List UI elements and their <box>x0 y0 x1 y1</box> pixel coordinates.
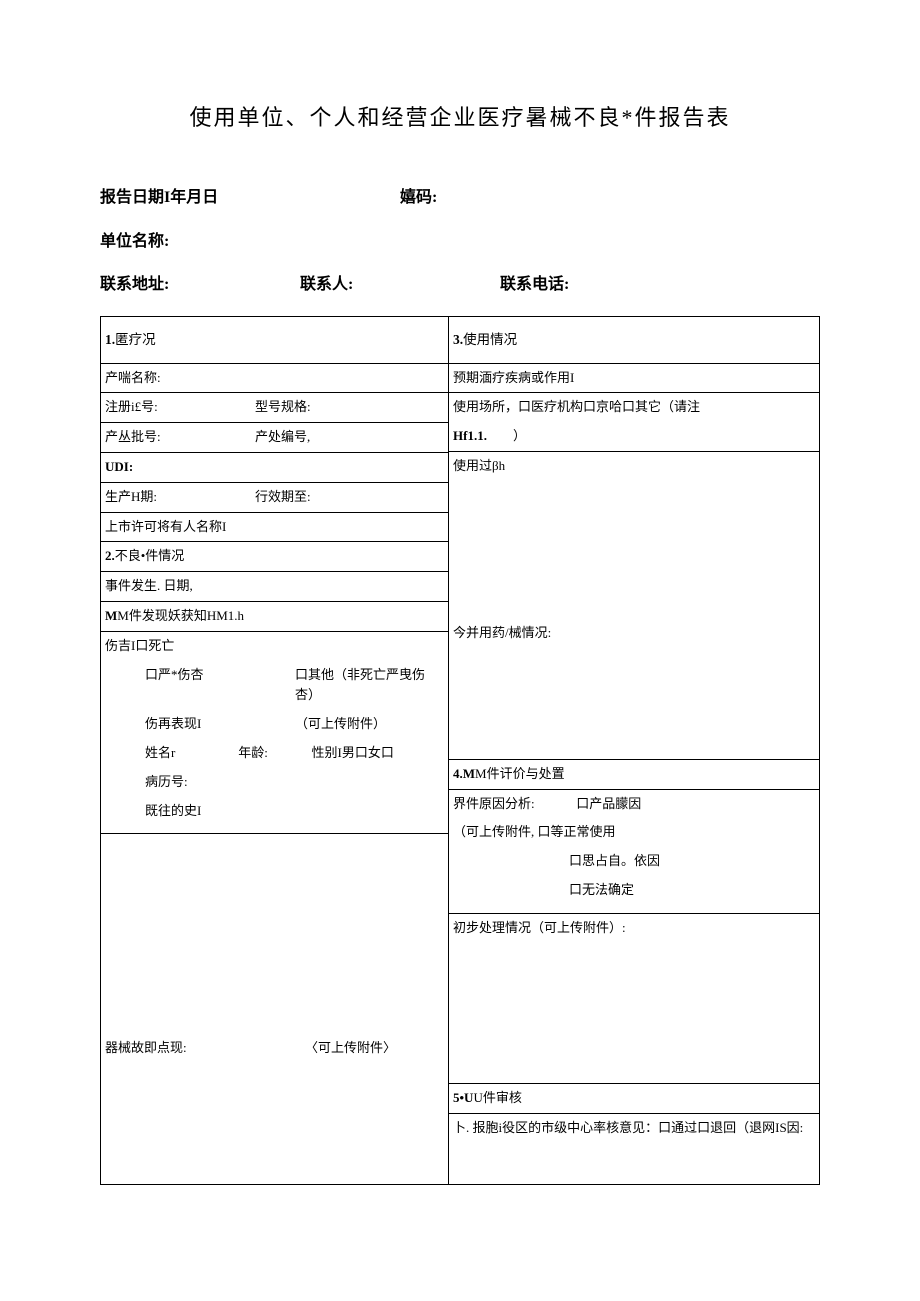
name-label: 姓名r <box>145 743 235 764</box>
right-spacer1 <box>449 481 819 619</box>
left-blank-area <box>101 834 448 1034</box>
section3-heading: 3.使用情况 <box>449 317 819 364</box>
regno-label: 注册i£号: <box>105 397 255 418</box>
history-field[interactable]: 既往的史I <box>101 797 448 835</box>
caseno-field[interactable]: 病历号: <box>101 768 448 797</box>
right-column: 3.使用情况 预期湎疗疾病或作用I 使用场所，口医疗机构口京哈口其它（请注 Hf… <box>449 317 819 1184</box>
gender-label: 性别I男口女口 <box>312 745 394 760</box>
attach1-label: （可上传附件） <box>295 714 444 735</box>
manifest-label: 伤再表现I <box>145 714 295 735</box>
regno-model-row[interactable]: 注册i£号: 型号规格: <box>101 393 448 423</box>
process-field[interactable]: 使用过βh <box>449 452 819 481</box>
document-title: 使用单位、个人和经营企业医疗暑械不良*件报告表 <box>100 100 820 135</box>
model-label: 型号规格: <box>255 397 444 418</box>
holder-field[interactable]: 上市许可将有人名称I <box>101 513 448 543</box>
section5-heading: 5•UU件审核 <box>449 1084 819 1114</box>
phone-label: 联系电话: <box>500 272 820 298</box>
header-row-3: 联系地址: 联系人: 联系电话: <box>100 272 820 298</box>
batch-prodno-row[interactable]: 产丛批号: 产处编号, <box>101 423 448 453</box>
contact-person-label: 联系人: <box>300 272 500 298</box>
other-checkbox-label[interactable]: 口其他（非死亡严曳伤杏） <box>295 665 444 707</box>
header-row-1: 报告日期I年月日 嬉码: <box>100 185 820 211</box>
event-found-field[interactable]: MM件发现妖获知HM1.h <box>101 602 448 632</box>
severe-other-row[interactable]: 口严*伤杏 口其他（非死亡严曳伤杏） <box>101 661 448 711</box>
analysis-label: 界件原因分析: <box>453 794 573 815</box>
unit-name-label: 单位名称: <box>100 229 169 255</box>
cause1-checkbox-label[interactable]: 口产品朦因 <box>576 796 641 811</box>
section2-heading: 2.不良•件情况 <box>101 542 448 572</box>
header-row-2: 单位名称: <box>100 229 820 255</box>
address-label: 联系地址: <box>100 272 300 298</box>
combined-field[interactable]: 今并用药/械情况: <box>449 619 819 759</box>
attach3-label: （可上传附件, <box>453 824 534 839</box>
batchno-label: 产丛批号: <box>105 427 255 448</box>
malfunction-row[interactable]: 器械故即点现: 〈可上传附件〉 <box>101 1034 448 1164</box>
expiry-label: 行效期至: <box>255 487 444 508</box>
udi-field[interactable]: UDI: <box>101 453 448 483</box>
malfunction-label: 器械故即点现: <box>105 1038 305 1160</box>
analysis-row[interactable]: 界件原因分析: 口产品朦因 <box>449 790 819 819</box>
prodno-label: 产处编号, <box>255 427 444 448</box>
section4-heading: 4.MM件讦价与处置 <box>449 759 819 790</box>
severe-checkbox-label[interactable]: 口严*伤杏 <box>145 665 295 707</box>
proddate-label: 生产H期: <box>105 487 255 508</box>
cause4-checkbox-label[interactable]: 口无法确定 <box>449 876 819 914</box>
initial-handling-field[interactable]: 初步处理情况（可上传附件）: <box>449 914 819 1084</box>
cause3-checkbox-label[interactable]: 口思占自。依因 <box>449 847 819 876</box>
age-label: 年龄: <box>238 743 308 764</box>
name-age-gender-row[interactable]: 姓名r 年龄: 性别I男口女口 <box>101 739 448 768</box>
left-column: 1.匿疗况 产喘名称: 注册i£号: 型号规格: 产丛批号: 产处编号, UDI… <box>101 317 449 1184</box>
proddate-expiry-row[interactable]: 生产H期: 行效期至: <box>101 483 448 513</box>
event-date-field[interactable]: 事件发生. 日期, <box>101 572 448 602</box>
form-table: 1.匿疗况 产喘名称: 注册i£号: 型号规格: 产丛批号: 产处编号, UDI… <box>100 316 820 1185</box>
product-name-field[interactable]: 产喘名称: <box>101 364 448 394</box>
location-field[interactable]: 使用场所，口医疗机构口京哈口其它（请注 <box>449 393 819 422</box>
review-field[interactable]: 卜. 报胞i役区的市级中心率核意见：口通过口退回（退网IS因: <box>449 1114 819 1184</box>
hf-field[interactable]: Hf1.1. ） <box>449 422 819 452</box>
cause2-checkbox-label[interactable]: 口等正常使用 <box>538 824 616 839</box>
attach2-label: 〈可上传附件〉 <box>305 1038 396 1160</box>
report-date-label: 报告日期I年月日 <box>100 185 400 211</box>
injury-death-field[interactable]: 伤吉I口死亡 <box>101 632 448 661</box>
attach3-row[interactable]: （可上传附件, 口等正常使用 <box>449 818 819 847</box>
intended-field[interactable]: 预期湎疗疾病或作用I <box>449 364 819 394</box>
section1-heading: 1.匿疗况 <box>101 317 448 364</box>
manifest-row[interactable]: 伤再表现I （可上传附件） <box>101 710 448 739</box>
code-label: 嬉码: <box>400 185 820 211</box>
